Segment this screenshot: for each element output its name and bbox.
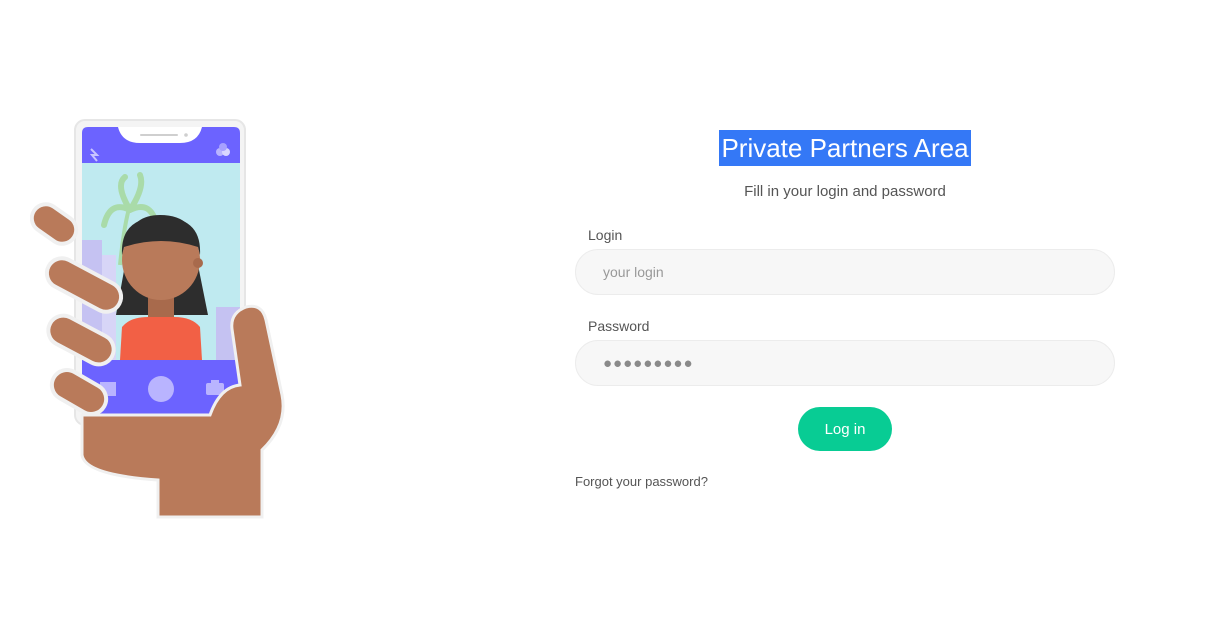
login-label: Login — [588, 227, 623, 243]
password-label: Password — [588, 318, 650, 334]
login-input[interactable] — [575, 249, 1115, 295]
submit-wrapper: Log in — [575, 407, 1115, 451]
shutter-button-icon — [148, 376, 174, 402]
login-button[interactable]: Log in — [798, 407, 892, 451]
forgot-password-link[interactable]: Forgot your password? — [575, 474, 708, 489]
page-title: Private Partners Area — [719, 130, 971, 166]
page-subtitle: Fill in your login and password — [744, 183, 946, 200]
login-form: Private Partners Area Fill in your login… — [575, 130, 1115, 491]
login-page: Private Partners Area Fill in your login… — [0, 0, 1210, 630]
title-wrapper: Private Partners Area — [575, 130, 1115, 166]
password-input[interactable] — [575, 340, 1115, 386]
hand-holding-phone-illustration — [30, 119, 285, 519]
